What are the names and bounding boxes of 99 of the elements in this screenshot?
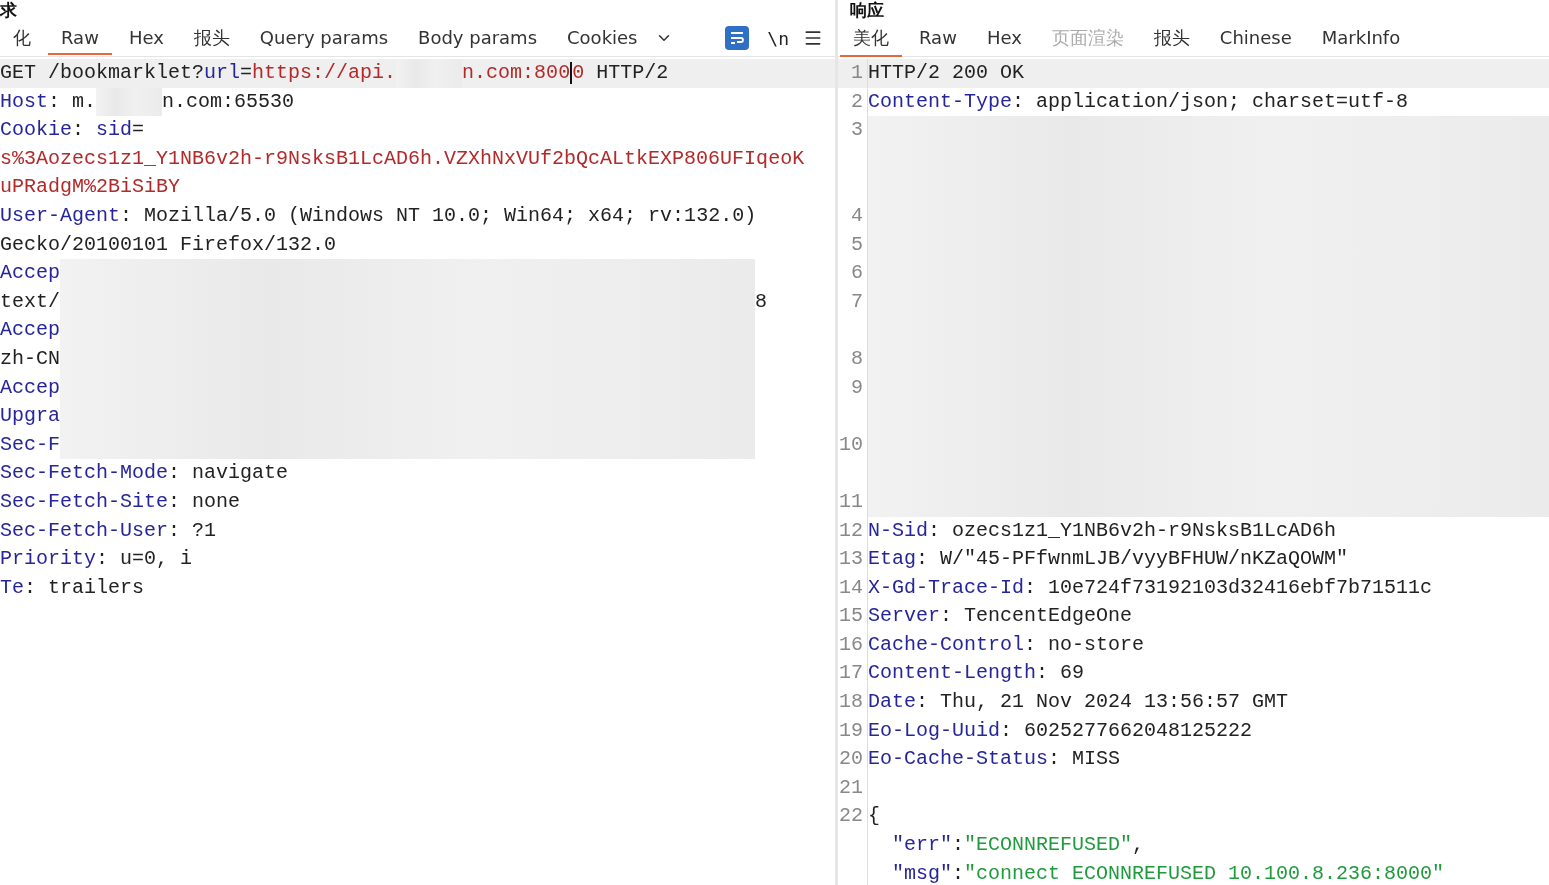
code-text: Gecko/20100101 Firefox/132.0 [0, 231, 337, 258]
line-number: 1 [838, 59, 868, 88]
line-number: 22 [838, 802, 868, 832]
code-text: : no-store [1024, 631, 1145, 658]
code-text: : [952, 832, 965, 859]
header-name: Eo-Log-Uuid [868, 717, 1001, 744]
code-text: : m. [48, 88, 97, 115]
tab[interactable]: Cookies [554, 21, 651, 55]
header-name: Upgra [0, 403, 60, 430]
header-name: Etag [868, 546, 916, 573]
code-text: GET /bookmarklet? [0, 60, 205, 86]
json-key: "msg" [892, 859, 953, 885]
word-wrap-button[interactable] [725, 26, 750, 50]
line-number: 2 [838, 87, 868, 117]
header-name: Content-Length [868, 660, 1037, 687]
tab[interactable]: MarkInfo [1308, 21, 1414, 55]
code-text: : Mozilla/5.0 (Windows NT 10.0; Win64; x64; rv:132.0) [120, 202, 757, 229]
tab[interactable]: 报头 [180, 19, 243, 57]
code-text: = [132, 117, 145, 144]
header-name: Priority [0, 546, 96, 573]
header-name: Eo-Cache-Status [868, 746, 1049, 773]
header-name: User-Agent [0, 202, 121, 229]
header-name: Accep [0, 260, 60, 287]
code-text: 8 [755, 288, 768, 315]
code-text: : navigate [168, 460, 289, 487]
code-text: { [868, 803, 880, 830]
code-text: : ozecs1z1_Y1NB6v2h-r9NsksB1LcAD6h [928, 517, 1337, 544]
tab[interactable]: Query params [246, 21, 402, 55]
header-name: sid [96, 117, 133, 144]
code-text: HTTP/2 200 OK [868, 60, 1025, 86]
header-name: Cache-Control [868, 631, 1025, 658]
code-text: : 6025277662048125222 [1000, 717, 1253, 744]
header-name: Cookie [0, 117, 72, 144]
code-text: : application/json; charset=utf-8 [1012, 88, 1409, 115]
code-text: : ?1 [168, 517, 217, 544]
code-text: : u=0, i [96, 546, 193, 573]
url-text: https://api. [252, 60, 397, 86]
tab[interactable]: Chinese [1206, 21, 1305, 55]
tab[interactable]: 报头 [1140, 19, 1203, 57]
header-name: Content-Type [868, 88, 1013, 115]
line-number: 16 [838, 630, 868, 660]
json-string: "connect ECONNREFUSED 10.100.8.236:8000" [964, 860, 1445, 885]
header-name: N-Sid [868, 517, 928, 544]
header-name: Sec-F [0, 431, 60, 458]
url-text: n.com:800 [462, 60, 571, 86]
code-text: HTTP/2 [595, 60, 669, 86]
line-number: 17 [838, 659, 868, 689]
code-text: : [72, 117, 86, 144]
tab[interactable]: Body params [405, 21, 551, 55]
header-name: Accep [0, 374, 60, 401]
code-text: n.com:65530 [162, 88, 295, 115]
code-text: : W/"45-PFfwnmLJB/vyyBFHUW/nKZaQOWM" [916, 546, 1349, 573]
code-text: , [1132, 832, 1145, 859]
line-number: 20 [838, 745, 868, 774]
tab[interactable]: Hex [973, 21, 1035, 55]
url-text: uPRadgM%2BiSiBY [0, 174, 181, 201]
url-text: s%3Aozecs1z1_Y1NB6v2h-r9NsksB1LcAD6h.VZXhNxVUf2bQcALtkEXP806UFIqeoK [0, 145, 805, 172]
json-key: "err" [892, 831, 953, 860]
tab[interactable]: Hex [115, 21, 177, 55]
wrap-lines-icon [729, 31, 746, 45]
text-cursor [570, 62, 573, 85]
code-text: : 10e724f73192103d32416ebf7b71511c [1024, 574, 1433, 601]
code-text: = [240, 60, 253, 86]
panel-title: 响应 [850, 0, 884, 20]
tab[interactable]: 化 [0, 19, 44, 57]
newline-toggle[interactable]: \n [767, 27, 789, 49]
line-number: 21 [838, 773, 868, 803]
line-number: 13 [838, 545, 868, 574]
code-text: : MISS [1048, 746, 1121, 773]
line-number: 15 [838, 602, 868, 631]
code-text: : trailers [24, 574, 145, 601]
code-text: : 69 [1036, 660, 1085, 687]
line-number: 14 [838, 573, 868, 603]
url-text: 0 [572, 60, 585, 86]
tab[interactable]: Raw [906, 21, 970, 55]
header-name: Date [868, 689, 916, 716]
code-text: : TencentEdgeOne [940, 603, 1133, 630]
header-name: Host [0, 88, 48, 115]
header-name: X-Gd-Trace-Id [868, 574, 1025, 601]
code-text: : none [168, 488, 241, 515]
code-text: : [952, 860, 965, 885]
code-text: : Thu, 21 Nov 2024 13:56:57 GMT [916, 689, 1289, 716]
header-name: Sec-Fetch-Mode [0, 460, 169, 487]
header-name: Sec-Fetch-Site [0, 488, 169, 515]
header-name: Sec-Fetch-User [0, 517, 169, 544]
tab[interactable]: Raw [48, 21, 112, 55]
panel-title: 求 [0, 0, 17, 20]
line-number: 19 [838, 716, 868, 746]
code-text: zh-CN [0, 345, 60, 372]
header-name: Accep [0, 317, 60, 344]
menu-icon[interactable] [803, 28, 823, 48]
header-name: Server [868, 603, 940, 630]
line-number: 12 [838, 516, 868, 546]
line-number: 18 [838, 688, 868, 717]
code-text: text/ [0, 288, 60, 315]
header-name: url [204, 60, 241, 86]
json-string: "ECONNREFUSED" [964, 832, 1133, 859]
tab[interactable]: 美化 [840, 19, 902, 57]
header-name: Te [0, 574, 24, 601]
